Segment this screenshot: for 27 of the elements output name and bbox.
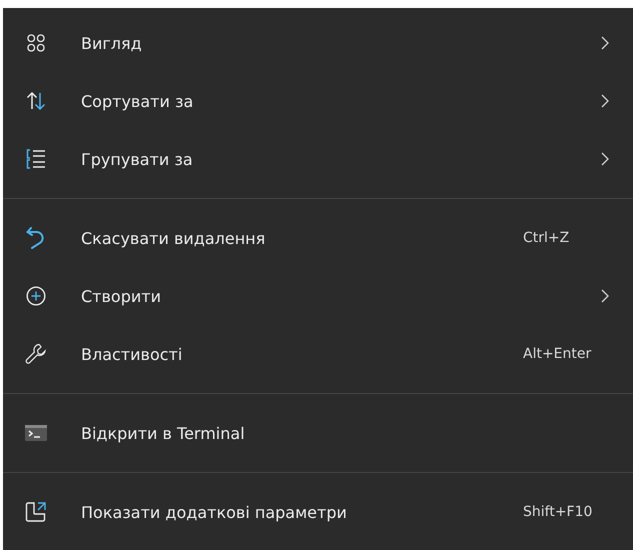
menu-item[interactable]: Вигляд <box>3 14 633 72</box>
menu-item-label: Скасувати видалення <box>81 228 266 248</box>
menu-item[interactable]: Створити <box>3 267 633 325</box>
menu-item-label: Показати додаткові параметри <box>81 502 348 522</box>
menu-item-label: Вигляд <box>81 34 143 52</box>
menu-item[interactable]: Показати додаткові параметри Shift+F10 <box>3 483 633 541</box>
sort-arrows-icon <box>26 92 46 110</box>
menu-item[interactable]: Скасувати видалення Ctrl+Z <box>3 209 633 267</box>
shortcut-text: Alt+Enter <box>523 346 592 362</box>
list-icon <box>26 149 46 169</box>
undo-arrow-icon <box>26 227 46 249</box>
shortcut-text: Shift+F10 <box>523 504 594 520</box>
menu-item[interactable]: Відкрити в Terminal <box>3 404 633 462</box>
shortcut-text: Ctrl+Z <box>523 230 570 246</box>
wrench-icon <box>25 343 47 365</box>
menu-item-label: Відкрити в Terminal <box>81 424 246 442</box>
menu-item-label: Сортувати за <box>81 92 194 110</box>
terminal-icon <box>25 425 47 441</box>
menu-item[interactable]: Групувати за <box>3 130 633 188</box>
menu-item-label: Властивості <box>81 344 184 364</box>
menu-item[interactable]: Сортувати за <box>3 72 633 130</box>
menu-item-label: Створити <box>81 286 162 306</box>
menu-item[interactable]: Властивості Alt+Enter <box>3 325 633 383</box>
menu-item-label: Групувати за <box>81 150 194 168</box>
plus-circle-icon <box>26 286 46 306</box>
expand-window-icon <box>25 501 47 523</box>
grid-icon <box>27 34 45 52</box>
